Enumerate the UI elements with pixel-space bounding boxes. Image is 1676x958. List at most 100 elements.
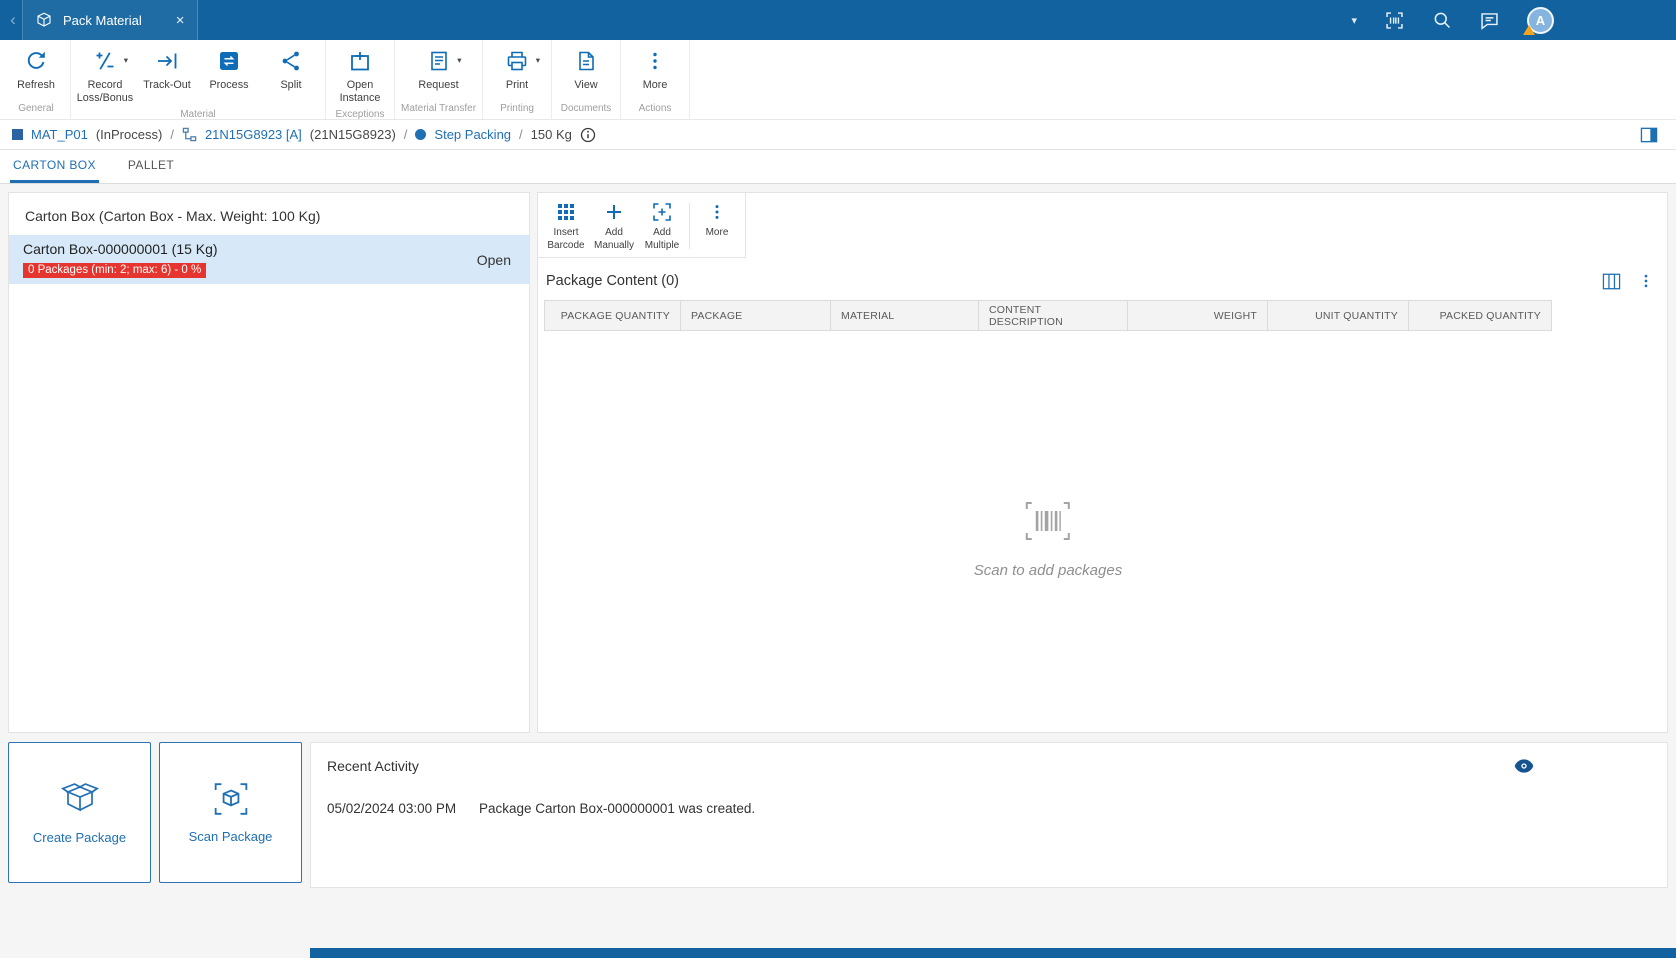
create-package-icon [60, 781, 100, 817]
panel-toggle-icon[interactable] [1640, 127, 1658, 143]
open-instance-button[interactable]: Open Instance [329, 45, 391, 105]
carton-box-panel: Carton Box (Carton Box - Max. Weight: 10… [8, 192, 530, 733]
toolbar-more-label: More [706, 227, 729, 240]
messages-icon[interactable] [1479, 10, 1500, 31]
carton-box-list-item[interactable]: Carton Box-000000001 (15 Kg) 0 Packages … [9, 235, 529, 284]
add-multiple-button[interactable]: Add Multiple [638, 200, 686, 252]
create-package-button[interactable]: Create Package [8, 742, 151, 883]
refresh-icon [24, 48, 48, 74]
process-label: Process [209, 79, 248, 92]
breadcrumb-separator: / [404, 127, 408, 142]
empty-state-text: Scan to add packages [974, 562, 1122, 579]
track-out-icon [155, 48, 179, 74]
print-button[interactable]: ▾ Print [486, 45, 548, 99]
ribbon-group-actions: More Actions [621, 40, 690, 119]
topbar-dropdown-icon[interactable]: ▾ [1351, 14, 1357, 27]
tab-pallet[interactable]: PALLET [125, 150, 177, 183]
tab-carton-box[interactable]: CARTON BOX [10, 150, 99, 183]
ribbon-group-material-transfer: ▾ Request Material Transfer [395, 40, 483, 119]
package-content-header: Package Content (0) [546, 272, 1655, 290]
column-header-unit-quantity[interactable]: UNIT QUANTITY [1268, 300, 1409, 331]
scan-package-button[interactable]: Scan Package [159, 742, 302, 883]
activity-entry: 05/02/2024 03:00 PM Package Carton Box-0… [311, 774, 1667, 816]
create-package-label: Create Package [33, 830, 126, 845]
print-icon: ▾ [505, 48, 529, 74]
flow-name: (21N15G8923) [310, 127, 396, 142]
view-button[interactable]: View [555, 45, 617, 99]
ribbon-group-documents: View Documents [552, 40, 621, 119]
add-manually-label: Add Manually [590, 227, 638, 252]
package-content-title: Package Content (0) [546, 273, 679, 289]
insert-barcode-label: Insert Barcode [542, 227, 590, 252]
activity-timestamp: 05/02/2024 03:00 PM [327, 801, 479, 816]
split-button[interactable]: Split [260, 45, 322, 105]
column-header-package-quantity[interactable]: PACKAGE QUANTITY [544, 300, 681, 331]
group-caption-material-transfer: Material Transfer [398, 99, 479, 119]
request-icon: ▾ [427, 48, 451, 74]
breadcrumb-material-link[interactable]: MAT_P01 [31, 127, 88, 142]
package-content-panel: Insert Barcode Add Manually [537, 192, 1668, 733]
add-manually-button[interactable]: Add Manually [590, 200, 638, 252]
document-icon [574, 48, 598, 74]
step-icon [415, 129, 426, 140]
barcode-grid-icon [556, 200, 576, 224]
request-button[interactable]: ▾ Request [408, 45, 470, 99]
more-label: More [643, 79, 668, 92]
info-icon[interactable] [580, 127, 596, 143]
pack-material-tab[interactable]: Pack Material × [22, 0, 198, 40]
kebab-menu-icon [643, 48, 667, 74]
empty-state: Scan to add packages [974, 501, 1122, 579]
record-loss-bonus-icon: ▾ [93, 48, 117, 74]
recent-activity-title: Recent Activity [327, 758, 419, 774]
column-header-material[interactable]: MATERIAL [831, 300, 979, 331]
barcode-scanner-icon[interactable] [1384, 10, 1405, 31]
pack-material-screen: ‹ Pack Material × ▾ [0, 0, 1676, 958]
insert-barcode-button[interactable]: Insert Barcode [542, 200, 590, 252]
column-header-content-description[interactable]: CONTENT DESCRIPTION [979, 300, 1128, 331]
open-instance-icon [348, 48, 372, 74]
user-avatar[interactable]: A [1527, 7, 1554, 34]
split-icon [279, 48, 303, 74]
grid-menu-icon[interactable] [1637, 272, 1655, 290]
column-header-weight[interactable]: WEIGHT [1128, 300, 1268, 331]
track-out-button[interactable]: Track-Out [136, 45, 198, 105]
back-chevron-icon[interactable]: ‹ [4, 10, 22, 30]
ribbon-group-exceptions: Open Instance Exceptions [326, 40, 395, 119]
group-caption-actions: Actions [624, 99, 686, 119]
column-chooser-icon[interactable] [1602, 273, 1621, 290]
tab-title: Pack Material [63, 13, 142, 28]
process-icon [217, 48, 241, 74]
group-caption-exceptions: Exceptions [329, 105, 391, 125]
pack-box-icon [35, 11, 53, 29]
material-icon [12, 129, 23, 140]
ribbon-group-general: Refresh General [2, 40, 71, 119]
ribbon-group-printing: ▾ Print Printing [483, 40, 552, 119]
column-header-package[interactable]: PACKAGE [681, 300, 831, 331]
package-table-header: PACKAGE QUANTITY PACKAGE MATERIAL CONTEN… [544, 300, 1667, 331]
close-tab-icon[interactable]: × [176, 13, 185, 28]
record-loss-bonus-button[interactable]: ▾ Record Loss/Bonus [74, 45, 136, 105]
ribbon-group-material: ▾ Record Loss/Bonus Track-Out [71, 40, 326, 119]
dropdown-caret-icon: ▾ [536, 55, 540, 66]
more-button[interactable]: More [624, 45, 686, 99]
packages-warning-badge: 0 Packages (min: 2; max: 6) - 0 % [23, 263, 206, 278]
group-caption-documents: Documents [555, 99, 617, 119]
eye-icon[interactable] [1514, 759, 1534, 773]
process-button[interactable]: Process [198, 45, 260, 105]
topbar: ‹ Pack Material × ▾ [0, 0, 1676, 40]
group-caption-general: General [5, 99, 67, 119]
recent-activity-panel: Recent Activity 05/02/2024 03:00 PM Pack… [310, 742, 1668, 888]
group-caption-printing: Printing [486, 99, 548, 119]
breadcrumb-step-link[interactable]: Step Packing [434, 127, 511, 142]
request-label: Request [418, 79, 458, 92]
package-more-button[interactable]: More [693, 200, 741, 252]
open-instance-label: Open Instance [329, 79, 391, 105]
avatar-initial: A [1536, 13, 1545, 28]
view-tabs: CARTON BOX PALLET [0, 150, 1676, 184]
search-icon[interactable] [1432, 10, 1452, 30]
split-label: Split [280, 79, 301, 92]
footer-bar [310, 948, 1676, 958]
column-header-packed-quantity[interactable]: PACKED QUANTITY [1409, 300, 1552, 331]
refresh-button[interactable]: Refresh [5, 45, 67, 99]
breadcrumb-flow-link[interactable]: 21N15G8923 [A] [205, 127, 302, 142]
